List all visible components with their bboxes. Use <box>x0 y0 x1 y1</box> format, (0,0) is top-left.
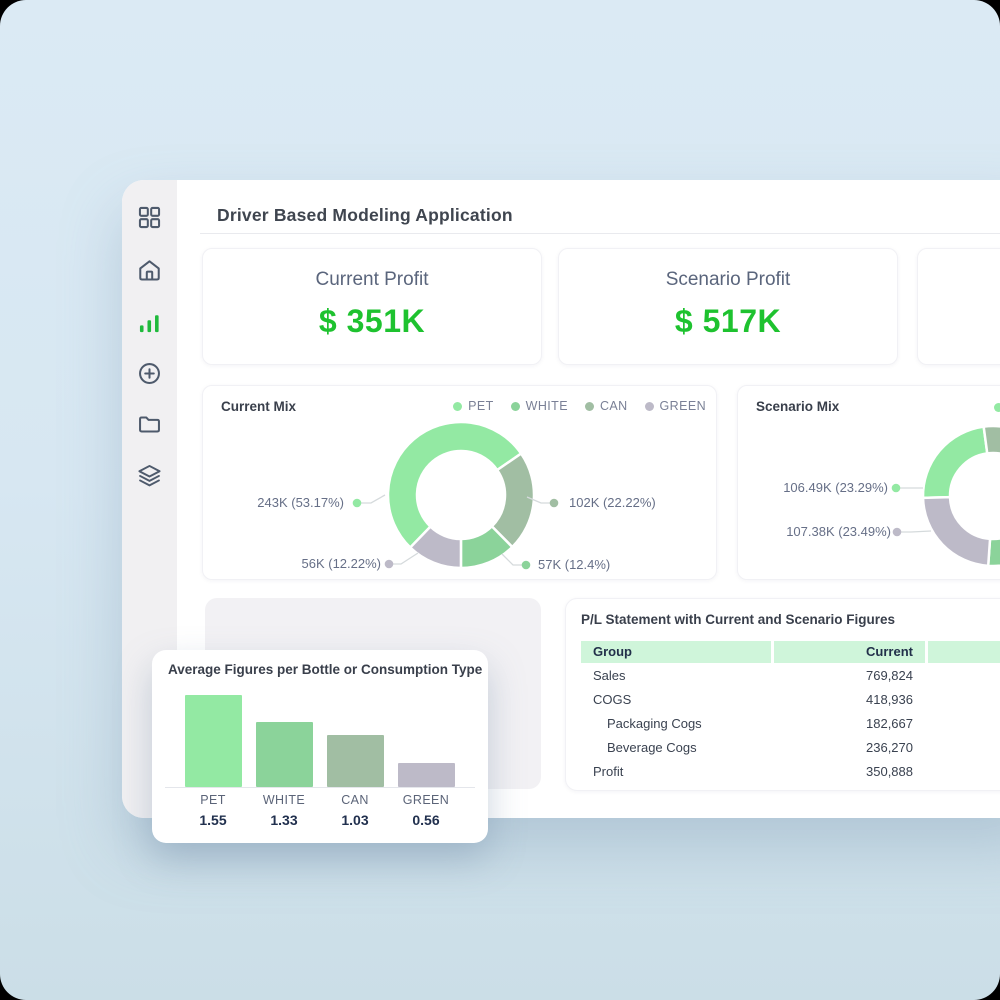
bar-can[interactable] <box>327 735 384 787</box>
pie-label-scenario-green: 107.38K (23.49%) <box>738 524 891 540</box>
bar-category-label: WHITE <box>249 793 319 807</box>
table-row[interactable]: Sales 769,824 <box>581 664 1000 688</box>
bar-chart-icon[interactable] <box>136 309 163 336</box>
table-cell-current: 418,936 <box>774 688 913 712</box>
pie-label-white: 57K (12.4%) <box>538 557 610 573</box>
bar-value-label: 1.03 <box>320 812 390 828</box>
pie-leader-line <box>357 495 385 503</box>
pie-label-green: 56K (12.22%) <box>203 556 381 572</box>
table-cell-group: COGS <box>593 688 631 712</box>
donut-slice-pet[interactable] <box>923 427 987 498</box>
bar-green[interactable] <box>398 763 455 787</box>
header-divider <box>200 233 1000 234</box>
table-cell-group: Packaging Cogs <box>607 712 702 736</box>
table-row[interactable]: Packaging Cogs 182,667 <box>581 712 1000 736</box>
table-cell-current: 769,824 <box>774 664 913 688</box>
pie-leader-line <box>389 553 418 564</box>
pie-leader-dot <box>522 561 531 570</box>
folder-icon[interactable] <box>136 411 163 438</box>
bar-axis-line <box>165 787 475 788</box>
bar-value-label: 0.56 <box>391 812 461 828</box>
page-title: Driver Based Modeling Application <box>217 205 513 226</box>
scenario-mix-card: Scenario Mix 106.49K (23.29%) 107.38K (2… <box>737 385 1000 580</box>
kpi-card-clipped <box>917 248 1000 365</box>
table-cell-group: Profit <box>593 760 623 784</box>
table-row[interactable]: COGS 418,936 <box>581 688 1000 712</box>
table-header-current: Current <box>774 641 925 663</box>
bar-white[interactable] <box>256 722 313 787</box>
bar-category-label: CAN <box>320 793 390 807</box>
layers-icon[interactable] <box>136 462 163 489</box>
avg-figures-title: Average Figures per Bottle or Consumptio… <box>168 662 482 677</box>
kpi-value: $ 517K <box>559 303 897 340</box>
kpi-label: Scenario Profit <box>559 269 897 291</box>
bar-pet[interactable] <box>185 695 242 787</box>
table-cell-group: Beverage Cogs <box>607 736 697 760</box>
table-header-clipped <box>928 641 1000 663</box>
current-mix-donut-chart[interactable] <box>203 386 718 581</box>
kpi-card-scenario-profit: Scenario Profit $ 517K <box>558 248 898 365</box>
kpi-label: Current Profit <box>203 269 541 291</box>
pie-leader-dot <box>385 560 394 569</box>
pie-label-pet: 243K (53.17%) <box>203 495 344 511</box>
pie-label-scenario-pet: 106.49K (23.29%) <box>738 480 888 496</box>
pie-leader-dot <box>893 528 902 537</box>
table-row[interactable]: Beverage Cogs 236,270 <box>581 736 1000 760</box>
pie-leader-dot <box>892 484 901 493</box>
table-cell-current: 350,888 <box>774 760 913 784</box>
kpi-card-current-profit: Current Profit $ 351K <box>202 248 542 365</box>
bar-category-label: GREEN <box>391 793 461 807</box>
table-row[interactable]: Profit 350,888 <box>581 760 1000 784</box>
pl-statement-title: P/L Statement with Current and Scenario … <box>581 612 895 627</box>
current-mix-card: Current Mix PETWHITECANGREEN 243K (53.17… <box>202 385 717 580</box>
bar-value-label: 1.55 <box>178 812 248 828</box>
screen-background: Driver Based Modeling Application Curren… <box>0 0 1000 1000</box>
pie-leader-dot <box>353 499 362 508</box>
kpi-value: $ 351K <box>203 303 541 340</box>
plus-circle-icon[interactable] <box>136 360 163 387</box>
table-header-group: Group <box>581 641 771 663</box>
bar-category-label: PET <box>178 793 248 807</box>
pl-statement-card: P/L Statement with Current and Scenario … <box>565 598 1000 791</box>
home-icon[interactable] <box>136 257 163 284</box>
pie-leader-line <box>897 531 931 532</box>
pl-table-body: Sales 769,824 COGS 418,936 Packaging Cogs 182… <box>581 664 1000 784</box>
avg-figures-card: Average Figures per Bottle or Consumptio… <box>152 650 488 843</box>
table-cell-current: 236,270 <box>774 736 913 760</box>
table-cell-group: Sales <box>593 664 626 688</box>
pie-leader-dot <box>550 499 559 508</box>
bar-value-label: 1.33 <box>249 812 319 828</box>
donut-slice-green[interactable] <box>923 497 990 566</box>
grid-icon[interactable] <box>136 204 163 231</box>
donut-slice-can[interactable] <box>984 426 1000 500</box>
table-cell-current: 182,667 <box>774 712 913 736</box>
pie-label-can: 102K (22.22%) <box>569 495 656 511</box>
